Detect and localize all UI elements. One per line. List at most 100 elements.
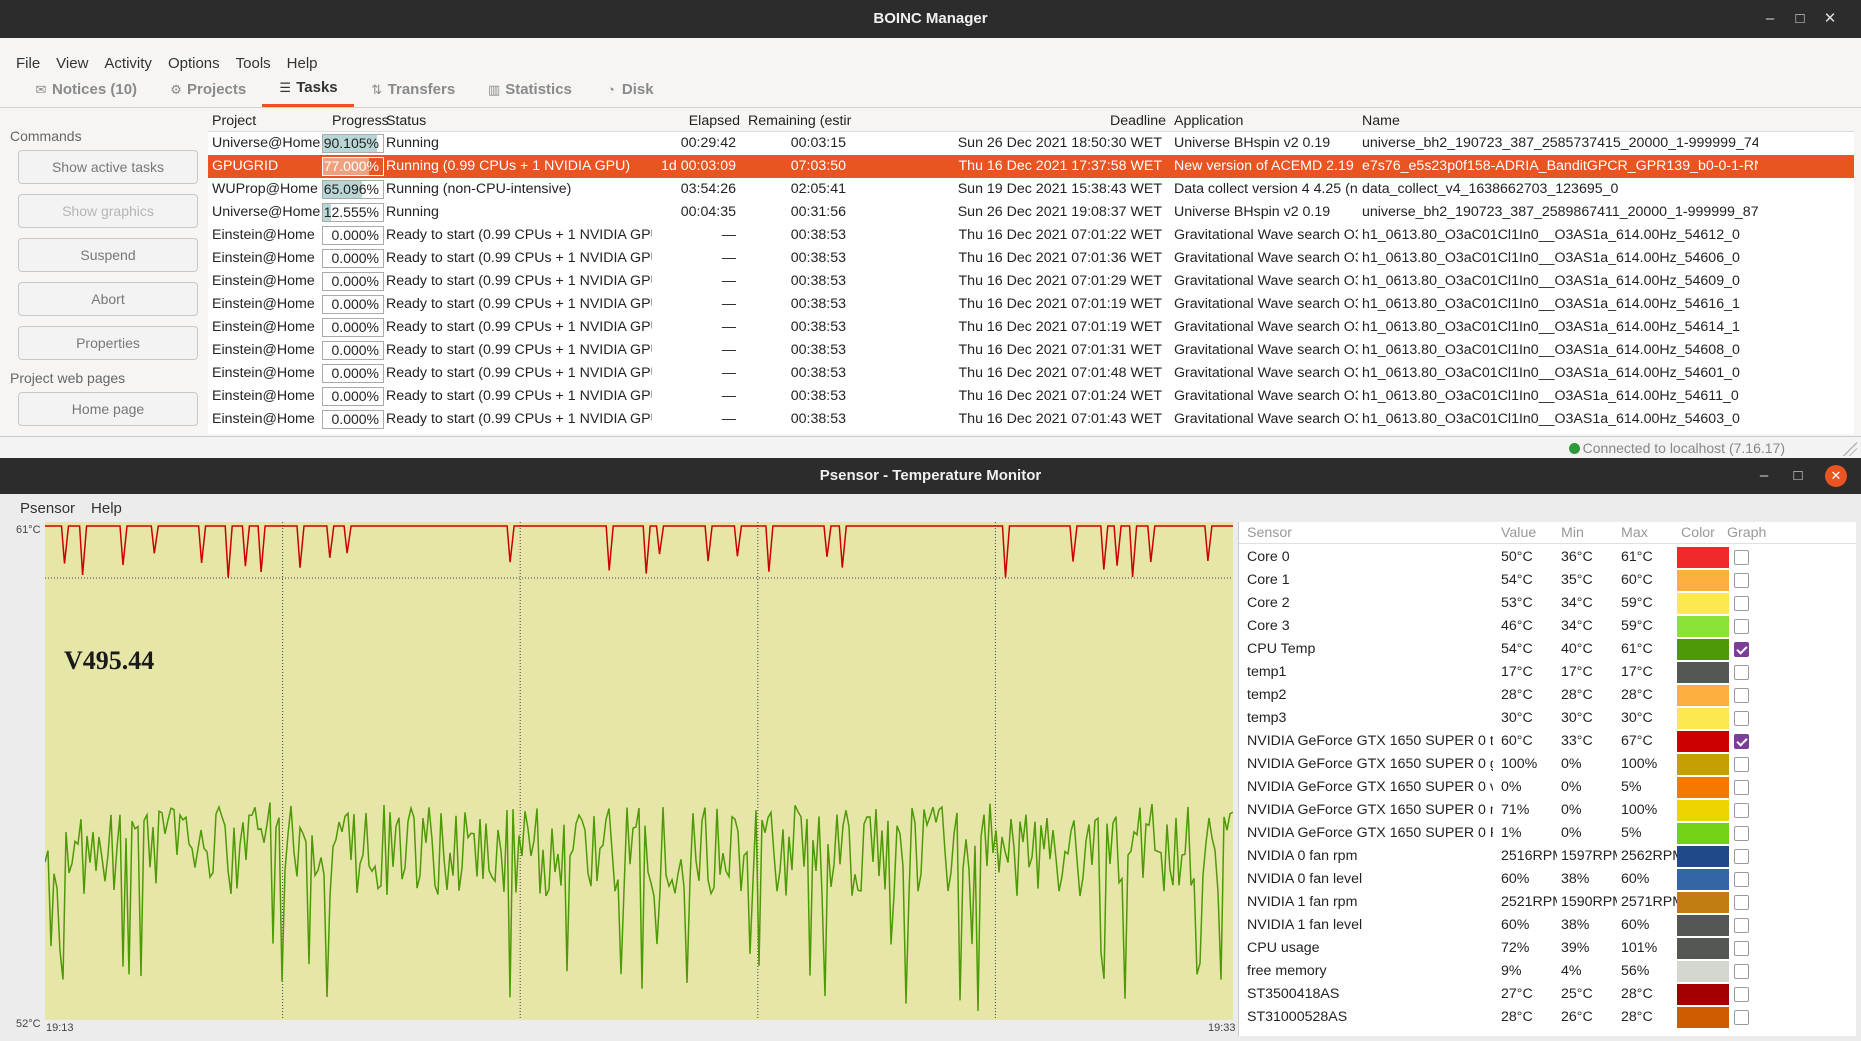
show-active-tasks-button[interactable]: Show active tasks — [18, 150, 198, 184]
sensor-graph-checkbox[interactable] — [1734, 849, 1749, 864]
minimize-icon[interactable]: – — [1755, 0, 1785, 38]
column-header-project[interactable]: Project — [208, 110, 320, 133]
sensor-row[interactable]: Core 3 46°C 34°C 59°C — [1239, 615, 1856, 638]
table-row[interactable]: GPUGRID 77.000% Running (0.99 CPUs + 1 NVI… — [208, 155, 1854, 178]
column-header-graph[interactable]: Graph — [1723, 522, 1783, 544]
sensor-color-swatch[interactable] — [1677, 662, 1729, 683]
sensor-color-swatch[interactable] — [1677, 547, 1729, 568]
tab-notices[interactable]: ✉ Notices (10) — [18, 72, 153, 107]
home-page-button[interactable]: Home page — [18, 392, 198, 426]
sensor-color-swatch[interactable] — [1677, 731, 1729, 752]
sensor-graph-checkbox[interactable] — [1734, 734, 1749, 749]
menu-psensor[interactable]: Psensor — [12, 500, 83, 517]
sensor-row[interactable]: temp3 30°C 30°C 30°C — [1239, 707, 1856, 730]
column-header-min[interactable]: Min — [1557, 522, 1617, 544]
sensor-row[interactable]: NVIDIA 0 fan rpm 2516RPM1597RPM2562RPM — [1239, 845, 1856, 868]
tasks-table[interactable]: Project Progress Status Elapsed Remaining (e… — [208, 110, 1854, 434]
column-header-max[interactable]: Max — [1617, 522, 1677, 544]
table-row[interactable]: WUProp@Home 65.096% Running (non-CPU-inten… — [208, 178, 1854, 201]
abort-button[interactable]: Abort — [18, 282, 198, 316]
sensor-row[interactable]: CPU usage 72% 39% 101% — [1239, 937, 1856, 960]
sensor-graph-checkbox[interactable] — [1734, 665, 1749, 680]
sensor-color-swatch[interactable] — [1677, 984, 1729, 1005]
sensor-graph-checkbox[interactable] — [1734, 780, 1749, 795]
sensor-color-swatch[interactable] — [1677, 708, 1729, 729]
sensor-color-swatch[interactable] — [1677, 754, 1729, 775]
tab-statistics[interactable]: ▥ Statistics — [471, 72, 588, 107]
sensor-row[interactable]: NVIDIA 1 fan level 60% 38% 60% — [1239, 914, 1856, 937]
sensor-graph-checkbox[interactable] — [1734, 803, 1749, 818]
column-header-name[interactable]: Name — [1358, 110, 1758, 133]
table-row[interactable]: Einstein@Home 0.000% Ready to start (0.99 … — [208, 408, 1854, 431]
column-header-progress[interactable]: Progress — [328, 110, 390, 133]
suspend-button[interactable]: Suspend — [18, 238, 198, 272]
sensor-graph-checkbox[interactable] — [1734, 642, 1749, 657]
maximize-icon[interactable]: □ — [1783, 458, 1813, 496]
sensor-row[interactable]: Core 1 54°C 35°C 60°C — [1239, 569, 1856, 592]
sensor-row[interactable]: NVIDIA GeForce GTX 1650 SUPER 0 video 0% 0… — [1239, 776, 1856, 799]
sensor-row[interactable]: NVIDIA GeForce GTX 1650 SUPER 0 graphics… — [1239, 753, 1856, 776]
column-header-status[interactable]: Status — [382, 110, 652, 133]
sensor-color-swatch[interactable] — [1677, 777, 1729, 798]
sensor-color-swatch[interactable] — [1677, 570, 1729, 591]
sensor-row[interactable]: NVIDIA GeForce GTX 1650 SUPER 0 PCIe 1% 0%… — [1239, 822, 1856, 845]
sensor-graph-checkbox[interactable] — [1734, 918, 1749, 933]
sensor-color-swatch[interactable] — [1677, 616, 1729, 637]
sensor-color-swatch[interactable] — [1677, 846, 1729, 867]
table-row[interactable]: Universe@Home 12.555% Running 00:04:35 00:31… — [208, 201, 1854, 224]
tab-disk[interactable]: ◔ Disk — [588, 72, 670, 107]
sensor-color-swatch[interactable] — [1677, 869, 1729, 890]
sensor-row[interactable]: ST3500418AS 27°C 25°C 28°C — [1239, 983, 1856, 1006]
sensor-graph-checkbox[interactable] — [1734, 550, 1749, 565]
tab-transfers[interactable]: ⇅ Transfers — [354, 72, 472, 107]
sensor-row[interactable]: NVIDIA GeForce GTX 1650 SUPER 0 temp 60°C… — [1239, 730, 1856, 753]
sensor-color-swatch[interactable] — [1677, 961, 1729, 982]
sensor-row[interactable]: free memory 9% 4% 56% — [1239, 960, 1856, 983]
sensor-graph-checkbox[interactable] — [1734, 711, 1749, 726]
close-icon[interactable]: ✕ — [1815, 0, 1845, 38]
sensor-graph-checkbox[interactable] — [1734, 688, 1749, 703]
maximize-icon[interactable]: □ — [1785, 0, 1815, 38]
psensor-titlebar[interactable]: Psensor - Temperature Monitor – □ ✕ — [0, 458, 1861, 494]
sensor-row[interactable]: Core 0 50°C 36°C 61°C — [1239, 546, 1856, 569]
table-row[interactable]: Einstein@Home 0.000% Ready to start (0.99 … — [208, 270, 1854, 293]
table-row[interactable]: Einstein@Home 0.000% Ready to start (0.99 … — [208, 385, 1854, 408]
table-row[interactable]: Einstein@Home 0.000% Ready to start (0.99 … — [208, 224, 1854, 247]
sensor-graph-checkbox[interactable] — [1734, 964, 1749, 979]
column-header-application[interactable]: Application — [1170, 110, 1358, 133]
sensor-color-swatch[interactable] — [1677, 915, 1729, 936]
sensor-row[interactable]: temp1 17°C 17°C 17°C — [1239, 661, 1856, 684]
sensor-row[interactable]: NVIDIA 1 fan rpm 2521RPM1590RPM2571RPM — [1239, 891, 1856, 914]
sensor-graph-checkbox[interactable] — [1734, 757, 1749, 772]
sensor-graph-checkbox[interactable] — [1734, 872, 1749, 887]
sensor-color-swatch[interactable] — [1677, 800, 1729, 821]
sensor-row[interactable]: NVIDIA 0 fan level 60% 38% 60% — [1239, 868, 1856, 891]
sensor-table[interactable]: Sensor Value Min Max Color Graph Core 0 50°C 36°… — [1238, 522, 1856, 1036]
sensor-color-swatch[interactable] — [1677, 685, 1729, 706]
sensor-row[interactable]: temp2 28°C 28°C 28°C — [1239, 684, 1856, 707]
close-icon[interactable]: ✕ — [1825, 465, 1847, 487]
sensor-graph-checkbox[interactable] — [1734, 987, 1749, 1002]
properties-button[interactable]: Properties — [18, 326, 198, 360]
column-header-elapsed[interactable]: Elapsed — [652, 110, 744, 133]
column-header-value[interactable]: Value — [1497, 522, 1557, 544]
sensor-graph-checkbox[interactable] — [1734, 596, 1749, 611]
sensor-row[interactable]: CPU Temp 54°C 40°C 61°C — [1239, 638, 1856, 661]
table-row[interactable]: Universe@Home 90.105% Running 00:29:42 00:03… — [208, 132, 1854, 155]
sensor-row[interactable]: Core 2 53°C 34°C 59°C — [1239, 592, 1856, 615]
sensor-color-swatch[interactable] — [1677, 892, 1729, 913]
minimize-icon[interactable]: – — [1749, 458, 1779, 496]
sensor-row[interactable]: NVIDIA GeForce GTX 1650 SUPER 0 memory 71… — [1239, 799, 1856, 822]
table-row[interactable]: Einstein@Home 0.000% Ready to start (0.99 … — [208, 339, 1854, 362]
table-row[interactable]: Einstein@Home 0.000% Ready to start (0.99 … — [208, 362, 1854, 385]
boinc-titlebar[interactable]: BOINC Manager – □ ✕ — [0, 0, 1861, 38]
sensor-graph-checkbox[interactable] — [1734, 573, 1749, 588]
sensor-color-swatch[interactable] — [1677, 593, 1729, 614]
sensor-color-swatch[interactable] — [1677, 938, 1729, 959]
sensor-color-swatch[interactable] — [1677, 1007, 1729, 1028]
show-graphics-button[interactable]: Show graphics — [18, 194, 198, 228]
table-row[interactable]: Einstein@Home 0.000% Ready to start (0.99 … — [208, 247, 1854, 270]
sensor-row[interactable]: ST31000528AS 28°C 26°C 28°C — [1239, 1006, 1856, 1029]
column-header-deadline[interactable]: Deadline — [854, 110, 1170, 133]
sensor-graph-checkbox[interactable] — [1734, 1010, 1749, 1025]
